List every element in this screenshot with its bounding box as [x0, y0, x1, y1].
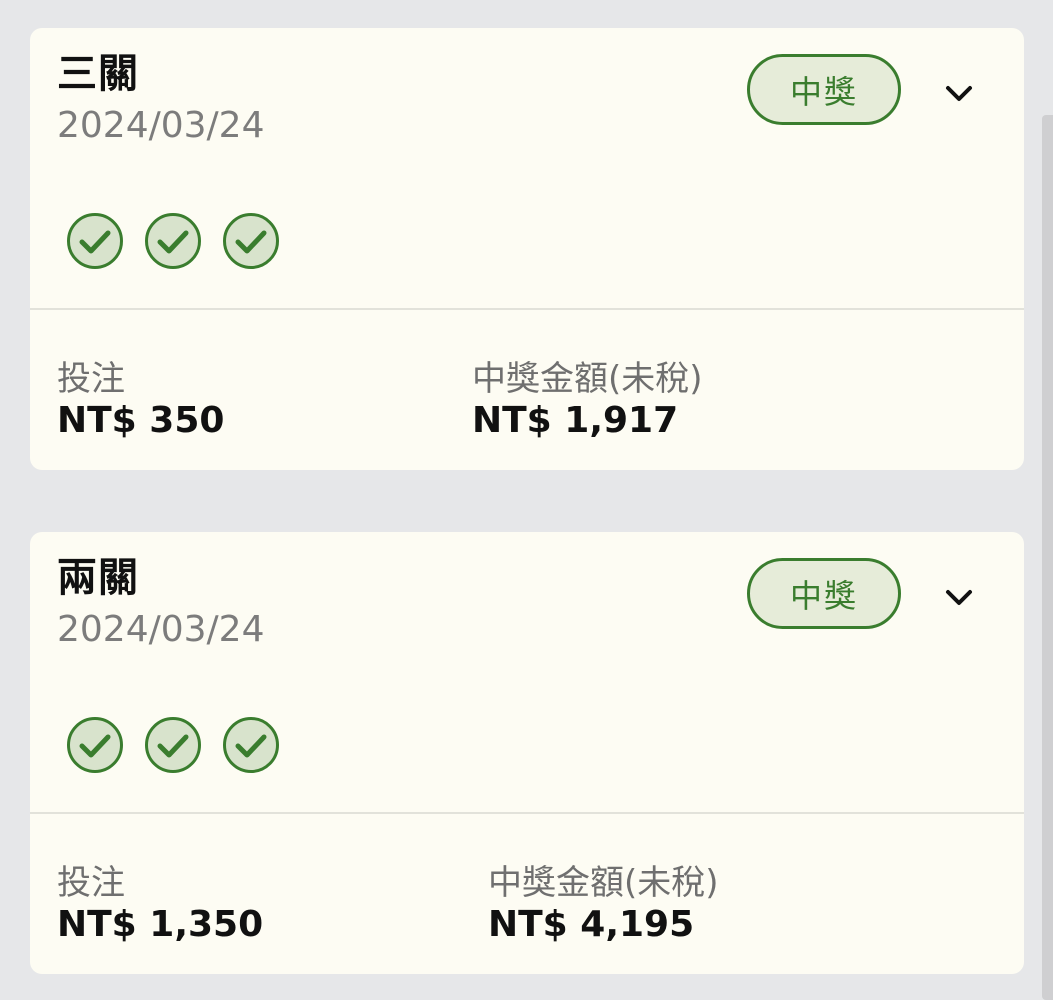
status-badge: 中獎 — [747, 54, 901, 125]
status-badge: 中獎 — [747, 558, 901, 629]
prize-amount: 中獎金額(未稅) NT$ 1,917 — [472, 358, 703, 442]
expand-button[interactable] — [936, 578, 982, 618]
prize-label: 中獎金額(未稅) — [472, 359, 703, 399]
bet-date: 2024/03/24 — [57, 105, 265, 146]
prize-value: NT$ 4,195 — [488, 904, 695, 945]
leg-results — [66, 716, 280, 774]
chevron-down-icon — [946, 86, 972, 101]
leg-results — [66, 212, 280, 270]
bet-type-title: 三關 — [57, 51, 139, 97]
prize-label: 中獎金額(未稅) — [488, 863, 719, 903]
bet-record-list: 三關 2024/03/24 中獎 投注 NT$ 350 中獎金額(未稅) NT$… — [0, 0, 1053, 1000]
check-circle-icon — [67, 213, 123, 269]
bet-record-card[interactable]: 兩關 2024/03/24 中獎 投注 NT$ 1,350 中獎金額(未稅) N… — [30, 532, 1024, 974]
bet-label: 投注 — [57, 359, 125, 399]
bet-value: NT$ 350 — [57, 400, 225, 441]
prize-value: NT$ 1,917 — [472, 400, 679, 441]
check-circle-icon — [145, 213, 201, 269]
expand-button[interactable] — [936, 74, 982, 114]
check-circle-icon — [223, 213, 279, 269]
bet-record-card[interactable]: 三關 2024/03/24 中獎 投注 NT$ 350 中獎金額(未稅) NT$… — [30, 28, 1024, 470]
bet-value: NT$ 1,350 — [57, 904, 264, 945]
bet-date: 2024/03/24 — [57, 609, 265, 650]
bet-amount: 投注 NT$ 1,350 — [57, 862, 263, 946]
card-divider — [30, 812, 1024, 814]
bet-amount: 投注 NT$ 350 — [57, 358, 224, 442]
check-circle-icon — [223, 717, 279, 773]
check-circle-icon — [145, 717, 201, 773]
bet-label: 投注 — [57, 863, 125, 903]
check-circle-icon — [67, 717, 123, 773]
bet-type-title: 兩關 — [57, 555, 139, 601]
prize-amount: 中獎金額(未稅) NT$ 4,195 — [488, 862, 719, 946]
scrollbar[interactable] — [1042, 115, 1053, 1000]
chevron-down-icon — [946, 590, 972, 605]
card-divider — [30, 308, 1024, 310]
